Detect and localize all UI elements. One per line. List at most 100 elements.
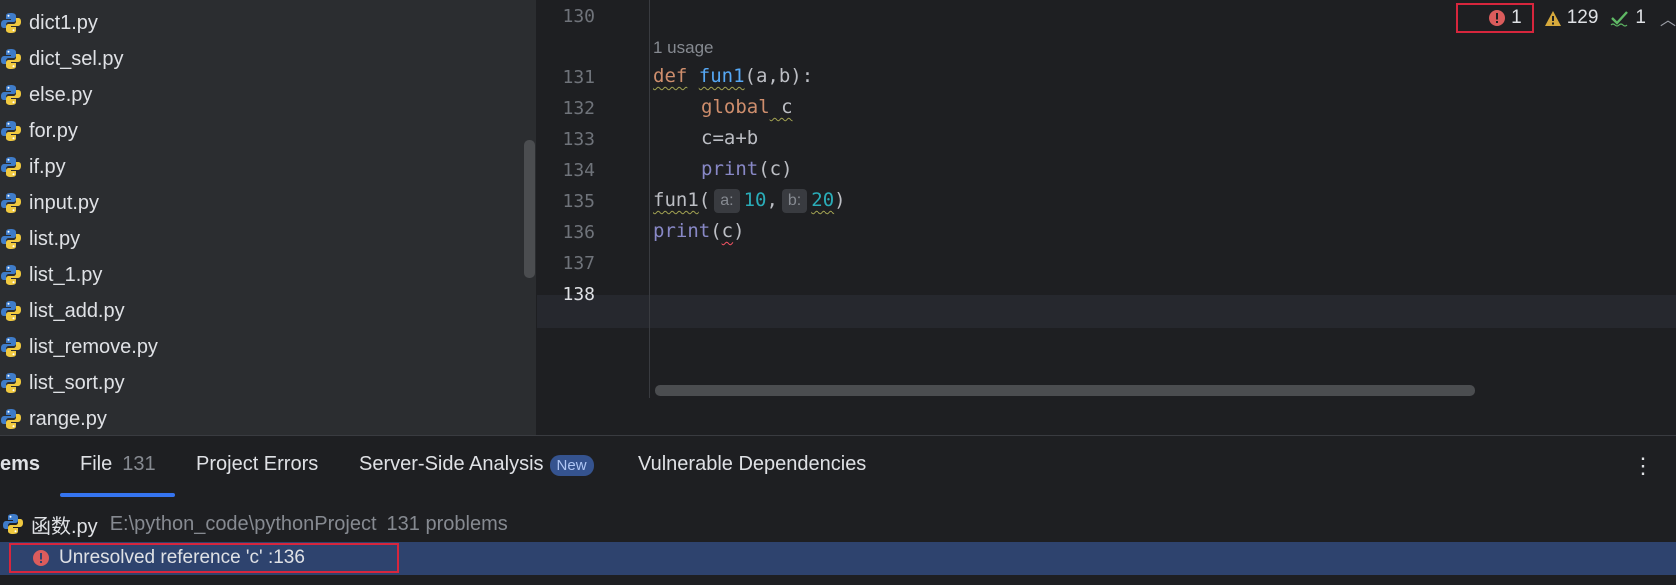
python-file-icon [1, 13, 21, 33]
code-line-135[interactable]: fun1(a: 10, b: 20) [653, 189, 846, 213]
tree-file-item[interactable]: dict_sel.py [0, 41, 124, 77]
weak-warning-count: 1 [1635, 7, 1646, 28]
tab-server-side-label: Server-Side Analysis [359, 453, 544, 475]
code-text: (a,b): [744, 65, 814, 87]
active-tab-indicator [60, 493, 175, 497]
current-line-highlight [537, 295, 1676, 328]
line-number: 132 [562, 98, 595, 119]
line-number: 135 [562, 191, 595, 212]
tree-file-item[interactable]: if.py [0, 149, 66, 185]
tree-file-name: for.py [29, 119, 78, 142]
error-count-highlight[interactable]: 1 [1456, 3, 1534, 33]
weak-warnings-indicator[interactable]: 1 [1610, 7, 1646, 29]
tab-file-label: File [80, 453, 113, 475]
code-editor[interactable]: 130 1 usage 131 132 133 134 135 136 137 … [537, 0, 1676, 435]
keyword-def: def [653, 65, 688, 87]
chevron-up-icon[interactable]: ︿ [1660, 6, 1676, 30]
number-literal: 10 [743, 189, 767, 211]
tree-file-name: list_1.py [29, 263, 103, 286]
line-number: 134 [562, 160, 595, 181]
problem-highlight[interactable]: Unresolved reference 'c' :136 [9, 543, 399, 573]
tree-file-item[interactable]: dict1.py [0, 5, 98, 41]
tree-file-name: list_remove.py [29, 335, 158, 358]
line-number: 130 [562, 6, 595, 27]
tab-project-errors[interactable]: Project Errors [196, 453, 318, 476]
unresolved-reference[interactable]: c [722, 220, 733, 242]
inspection-widget[interactable]: 1 129 1 ︿ [1456, 3, 1676, 33]
warning-icon [1544, 10, 1561, 26]
function-name: fun1 [698, 65, 745, 87]
tree-file-name: list.py [29, 227, 81, 250]
line-number: 137 [562, 253, 595, 274]
warnings-indicator[interactable]: 129 [1544, 7, 1599, 29]
code-line-136[interactable]: print(c) [653, 220, 745, 242]
python-file-icon [1, 229, 21, 249]
gutter-divider [649, 0, 650, 398]
problems-file-path: E:\python_code\pythonProject [109, 512, 377, 535]
problems-file-row[interactable]: 函数.py E:\python_code\pythonProject 131 p… [0, 509, 508, 539]
code-text: ( [710, 220, 722, 242]
tab-problems[interactable]: ems [0, 453, 40, 476]
keyword-global: global [701, 96, 770, 118]
param-hint-a: a: [714, 189, 740, 213]
tree-file-name: input.py [29, 191, 100, 214]
code-text: c=a+b [701, 127, 759, 149]
problem-item[interactable]: Unresolved reference 'c' :136 [0, 542, 1676, 575]
tree-file-name: dict1.py [29, 11, 98, 34]
tab-server-side-analysis[interactable]: Server-Side Analysis New [359, 453, 594, 476]
python-file-icon [3, 514, 23, 534]
tab-file[interactable]: File 131 [80, 453, 156, 476]
python-file-icon [1, 265, 21, 285]
tree-scrollbar[interactable] [524, 140, 535, 278]
error-icon [1489, 10, 1506, 26]
code-line-132[interactable]: global c [701, 96, 793, 118]
tab-vulnerable-dependencies[interactable]: Vulnerable Dependencies [638, 453, 866, 476]
tab-file-count: 131 [122, 453, 156, 475]
tree-file-item[interactable]: list_sort.py [0, 365, 125, 401]
new-badge: New [549, 455, 594, 476]
line-number: 138 [562, 284, 595, 305]
python-file-icon [1, 85, 21, 105]
horizontal-scrollbar[interactable] [655, 385, 1475, 396]
tree-file-item[interactable]: range.py [0, 401, 107, 435]
tree-file-name: list_add.py [29, 299, 125, 322]
tree-file-name: dict_sel.py [29, 47, 124, 70]
line-number: 131 [562, 67, 595, 88]
code-line-131[interactable]: def fun1(a,b): [653, 65, 813, 87]
code-line-133[interactable]: c=a+b [701, 127, 758, 149]
code-text: (c) [758, 158, 793, 180]
python-file-icon [1, 337, 21, 357]
builtin-print: print [701, 158, 759, 180]
error-icon [33, 550, 49, 566]
check-icon [1610, 11, 1629, 27]
usage-hint[interactable]: 1 usage [653, 38, 714, 58]
tree-file-item[interactable]: for.py [0, 113, 78, 149]
code-line-134[interactable]: print(c) [701, 158, 793, 180]
param-hint-b: b: [781, 189, 808, 213]
python-file-icon [1, 121, 21, 141]
error-count: 1 [1511, 7, 1522, 28]
line-number: 133 [562, 129, 595, 150]
more-options-icon[interactable]: ⋮ [1632, 453, 1654, 479]
problem-text: Unresolved reference 'c' :136 [59, 547, 305, 568]
tree-file-item[interactable]: list.py [0, 221, 80, 257]
problems-tabs: ems File 131 Project Errors Server-Side A… [0, 436, 1676, 497]
problems-file-name: 函数.py [31, 515, 98, 538]
problems-count: 131 problems [386, 512, 508, 535]
python-file-icon [1, 301, 21, 321]
python-file-icon [1, 373, 21, 393]
tree-file-name: range.py [29, 407, 107, 430]
code-text: ) [834, 189, 846, 211]
tree-file-item[interactable]: input.py [0, 185, 99, 221]
tree-file-item[interactable]: else.py [0, 77, 92, 113]
tree-file-item[interactable]: list_add.py [0, 293, 125, 329]
warning-count: 129 [1566, 7, 1599, 28]
code-text: c [769, 96, 793, 118]
tree-file-item[interactable]: list_remove.py [0, 329, 158, 365]
tree-file-name: if.py [29, 155, 66, 178]
python-file-icon [1, 157, 21, 177]
tree-file-item[interactable]: list_1.py [0, 257, 102, 293]
tree-file-name: else.py [29, 83, 93, 106]
project-tree: dict1.py dict_sel.py else.py for.py if.py inp… [0, 0, 536, 435]
number-literal: 20 [811, 189, 835, 211]
